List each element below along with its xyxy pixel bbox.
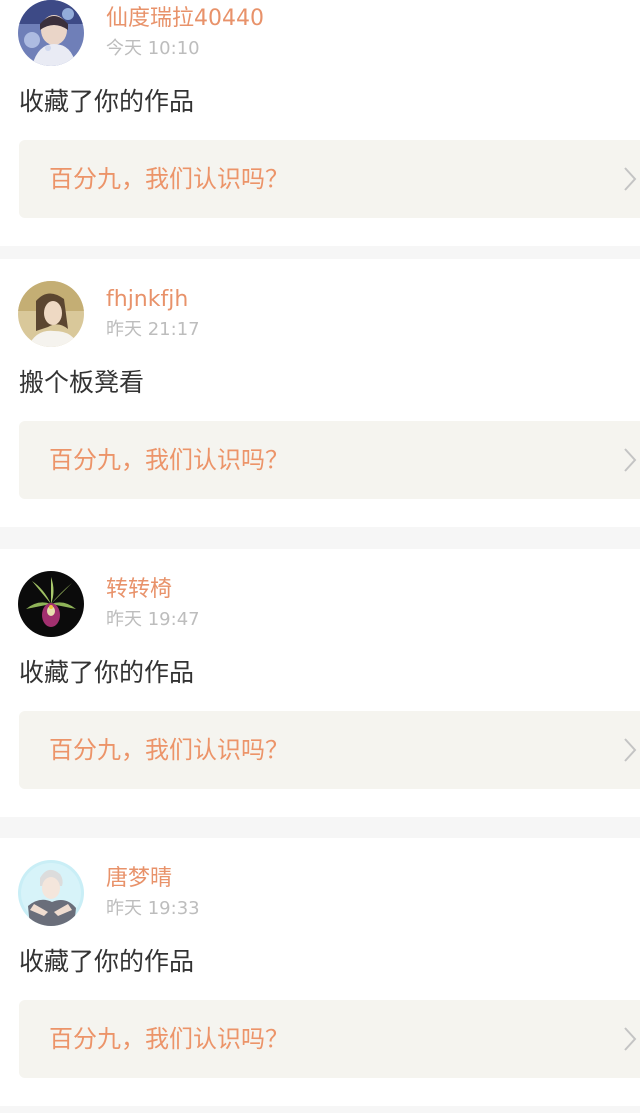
work-link[interactable]: 百分九，我们认识吗？ xyxy=(19,421,640,499)
username[interactable]: fhjnkfjh xyxy=(106,287,188,313)
action-text: 收藏了你的作品 xyxy=(19,87,195,116)
timestamp: 今天 10:10 xyxy=(106,38,200,59)
notification-card: 仙度瑞拉40440 今天 10:10 收藏了你的作品 百分九，我们认识吗？ xyxy=(0,0,640,246)
notification-card: 唐梦晴 昨天 19:33 收藏了你的作品 百分九，我们认识吗？ xyxy=(0,838,640,1106)
chevron-right-icon xyxy=(623,1026,637,1052)
work-link[interactable]: 百分九，我们认识吗？ xyxy=(19,1000,640,1078)
work-title: 百分九，我们认识吗？ xyxy=(49,446,289,474)
notification-card: 转转椅 昨天 19:47 收藏了你的作品 百分九，我们认识吗？ xyxy=(0,549,640,817)
notification-card: fhjnkfjh 昨天 21:17 搬个板凳看 百分九，我们认识吗？ xyxy=(0,259,640,527)
work-link[interactable]: 百分九，我们认识吗？ xyxy=(19,140,640,218)
work-title: 百分九，我们认识吗？ xyxy=(49,165,289,193)
chevron-right-icon xyxy=(623,737,637,763)
action-text: 搬个板凳看 xyxy=(19,368,145,397)
orchid-flower-icon[interactable] xyxy=(18,571,84,637)
avatar-portrait-icon[interactable] xyxy=(18,0,84,66)
action-text: 收藏了你的作品 xyxy=(19,658,195,687)
username[interactable]: 唐梦晴 xyxy=(106,866,172,892)
username[interactable]: 仙度瑞拉40440 xyxy=(106,6,264,32)
chevron-right-icon xyxy=(623,447,637,473)
work-title: 百分九，我们认识吗？ xyxy=(49,1025,289,1053)
timestamp: 昨天 19:33 xyxy=(106,898,200,919)
username[interactable]: 转转椅 xyxy=(106,577,172,603)
timestamp: 昨天 19:47 xyxy=(106,609,200,630)
chevron-right-icon xyxy=(623,166,637,192)
avatar-illustration-icon[interactable] xyxy=(18,860,84,926)
action-text: 收藏了你的作品 xyxy=(19,947,195,976)
work-link[interactable]: 百分九，我们认识吗？ xyxy=(19,711,640,789)
avatar-portrait-icon[interactable] xyxy=(18,281,84,347)
timestamp: 昨天 21:17 xyxy=(106,319,200,340)
work-title: 百分九，我们认识吗？ xyxy=(49,736,289,764)
notification-feed: 仙度瑞拉40440 今天 10:10 收藏了你的作品 百分九，我们认识吗？ fh… xyxy=(0,0,640,1113)
